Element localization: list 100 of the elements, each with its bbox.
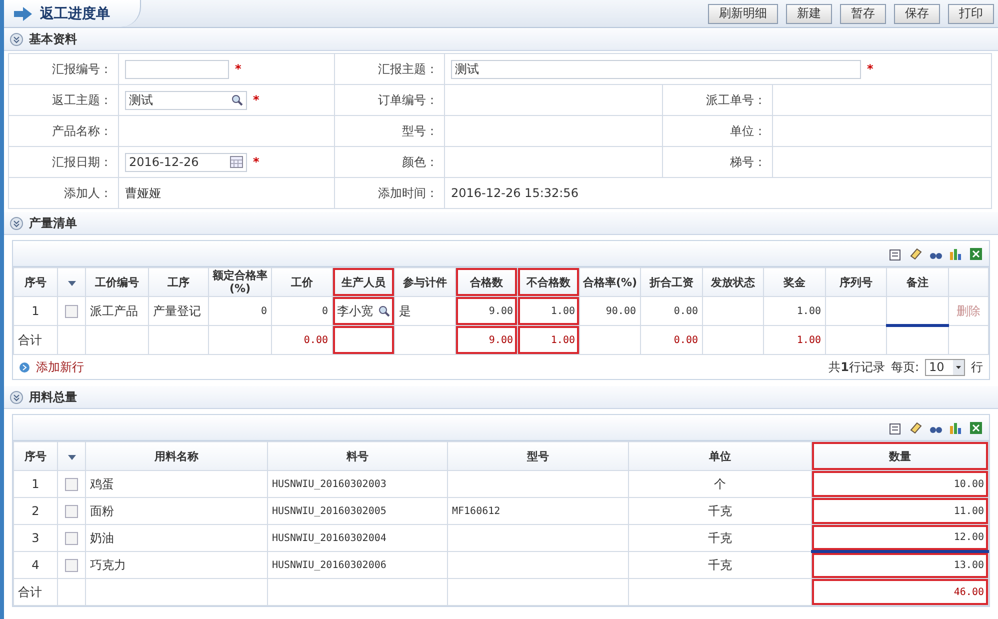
- settings-icon[interactable]: [889, 420, 903, 434]
- field-label: 产品名称：: [52, 122, 112, 140]
- total-cell: 46.00: [812, 578, 988, 606]
- field-value: 2016-12-26 15:32:56: [451, 186, 578, 200]
- checkbox[interactable]: [65, 505, 78, 518]
- section-title: 用料总量: [29, 388, 77, 406]
- table-cell: 11.00: [812, 498, 988, 524]
- caret-icon[interactable]: [68, 454, 76, 460]
- collapse-icon[interactable]: [10, 390, 23, 404]
- dropdown-icon[interactable]: [953, 360, 964, 374]
- total-cell: 0.00: [272, 326, 332, 354]
- table-cell: 千克: [628, 552, 812, 578]
- table-cell: 9.00: [456, 296, 518, 326]
- field-label: 添加时间：: [378, 184, 438, 202]
- field-label: 汇报日期：: [52, 154, 112, 170]
- table-cell: 个: [628, 470, 812, 498]
- table-cell: 1.00: [518, 296, 580, 326]
- settings-icon[interactable]: [889, 246, 903, 260]
- total-cell: [886, 326, 948, 354]
- column-header: 合格率(%): [580, 268, 640, 296]
- date-field[interactable]: 2016-12-26: [125, 152, 247, 172]
- calendar-icon[interactable]: [230, 156, 243, 168]
- total-cell: 0.00: [640, 326, 702, 354]
- field-label: 单位：: [730, 122, 766, 140]
- table-cell: 1: [14, 470, 58, 498]
- checkbox[interactable]: [65, 478, 78, 492]
- input-field[interactable]: 测试: [451, 60, 861, 78]
- field-label: 型号：: [402, 122, 438, 140]
- arrow-icon: [14, 6, 32, 20]
- spreadsheet-icon[interactable]: [969, 246, 983, 260]
- column-header: 序列号: [826, 268, 886, 296]
- column-header: 发放状态: [702, 268, 764, 296]
- total-cell: [702, 326, 764, 354]
- field-label: 订单编号：: [378, 92, 438, 108]
- table-cell: 12.00: [812, 524, 988, 552]
- table-cell: 2: [14, 498, 58, 524]
- add-row-link[interactable]: 添加新行: [36, 358, 84, 376]
- brush-icon[interactable]: [909, 246, 923, 260]
- toolbar-button[interactable]: 保存: [894, 4, 940, 24]
- field-label: 汇报编号：: [52, 60, 112, 78]
- record-count: 共1行记录: [828, 358, 885, 376]
- collapse-icon[interactable]: [10, 32, 23, 46]
- checkbox[interactable]: [65, 559, 78, 572]
- table-cell: 派工产品: [86, 296, 148, 326]
- field-label: 梯号：: [730, 154, 766, 170]
- required-mark: *: [253, 155, 260, 169]
- table-cell: [702, 296, 764, 326]
- table-cell: 1.00: [764, 296, 826, 326]
- collapse-icon[interactable]: [10, 216, 23, 230]
- per-page-label: 每页:: [890, 358, 919, 376]
- field-label: 添加人：: [64, 184, 112, 202]
- table-cell: HUSNWIU_20160302006: [268, 552, 448, 578]
- table-cell: 巧克力: [86, 552, 268, 578]
- total-cell: [86, 326, 148, 354]
- checkbox[interactable]: [65, 532, 78, 546]
- field-label: 派工单号：: [706, 92, 766, 108]
- column-header: 型号: [448, 442, 628, 470]
- total-cell: 1.00: [518, 326, 580, 354]
- table-cell: 产量登记: [148, 296, 208, 326]
- toolbar-button[interactable]: 新建: [786, 4, 832, 24]
- field-label: 汇报主题：: [378, 60, 438, 78]
- bar-chart-icon[interactable]: [949, 420, 963, 434]
- table-cell: HUSNWIU_20160302004: [268, 524, 448, 552]
- column-header: 不合格数: [518, 268, 580, 296]
- search-field[interactable]: 测试: [125, 90, 247, 110]
- total-cell: 合计: [14, 578, 58, 606]
- toolbar-button[interactable]: 打印: [948, 4, 994, 24]
- search-icon[interactable]: [231, 94, 243, 106]
- bar-chart-icon[interactable]: [949, 246, 963, 260]
- column-header: 生产人员: [332, 268, 394, 296]
- table-cell: 3: [14, 524, 58, 552]
- field-value: 曹娅娅: [125, 184, 161, 202]
- table-cell: 鸡蛋: [86, 470, 268, 498]
- required-mark: *: [867, 62, 874, 76]
- column-header: 合格数: [456, 268, 518, 296]
- table-cell: 奶油: [86, 524, 268, 552]
- column-header: 额定合格率(%): [208, 268, 272, 296]
- column-header: 序号: [14, 268, 58, 296]
- table-cell: 是: [394, 296, 456, 326]
- page-size-select[interactable]: 10: [925, 358, 965, 376]
- toolbar-button[interactable]: 暂存: [840, 4, 886, 24]
- spreadsheet-icon[interactable]: [969, 420, 983, 434]
- brush-icon[interactable]: [909, 420, 923, 434]
- total-cell: 合计: [14, 326, 58, 354]
- input-field[interactable]: [125, 60, 229, 78]
- search-icon[interactable]: [378, 305, 390, 317]
- total-cell: [394, 326, 456, 354]
- column-header: 单位: [628, 442, 812, 470]
- column-header: 工价编号: [86, 268, 148, 296]
- table-cell: HUSNWIU_20160302005: [268, 498, 448, 524]
- toolbar-button[interactable]: 刷新明细: [708, 4, 778, 24]
- table-cell: 13.00: [812, 552, 988, 578]
- field-label: 颜色：: [402, 154, 438, 170]
- caret-icon[interactable]: [68, 280, 76, 286]
- column-header: 序号: [14, 442, 58, 470]
- column-header: 参与计件: [394, 268, 456, 296]
- add-icon[interactable]: [19, 362, 30, 372]
- total-cell: [208, 326, 272, 354]
- checkbox[interactable]: [65, 305, 78, 318]
- table-cell: 0: [272, 296, 332, 326]
